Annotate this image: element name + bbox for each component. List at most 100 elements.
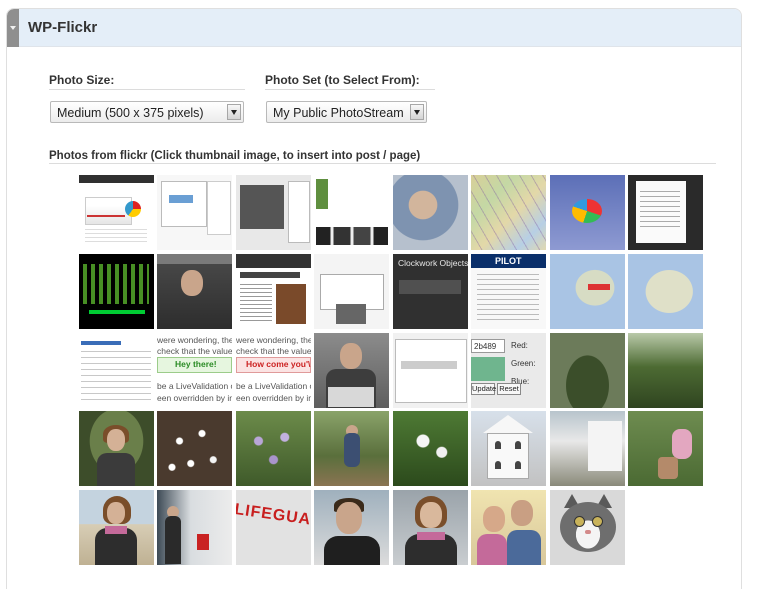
thumb-detail [471, 357, 505, 381]
thumb-detail [157, 254, 232, 264]
photo-thumbnail[interactable] [314, 175, 389, 250]
photo-thumbnail[interactable] [550, 490, 625, 565]
photo-thumbnail[interactable] [79, 333, 154, 408]
thumb-detail [588, 421, 622, 471]
thumb-caption: Reset [497, 383, 521, 395]
photo-thumbnail[interactable] [314, 254, 389, 329]
photo-thumbnail[interactable] [314, 411, 389, 486]
photo-thumbnail[interactable] [157, 254, 232, 329]
photo-thumbnail[interactable] [393, 411, 468, 486]
photos-section-label: Photos from flickr (Click thumbnail imag… [49, 150, 421, 162]
thumb-detail [316, 179, 328, 209]
chevron-down-icon[interactable] [10, 26, 16, 30]
thumb-detail [511, 500, 533, 526]
thumb-detail [574, 516, 585, 527]
photo-thumbnail[interactable] [157, 411, 232, 486]
photo-thumbnail[interactable] [550, 254, 625, 329]
photo-thumbnail[interactable]: 2b489 Red: Green: Blue: Update Reset [471, 333, 546, 408]
photo-thumbnail[interactable] [79, 175, 154, 250]
photo-thumbnail[interactable] [628, 411, 703, 486]
thumb-caption: check that the value en [236, 346, 311, 356]
thumb-detail [81, 351, 151, 401]
photo-thumbnail[interactable] [236, 411, 311, 486]
thumb-detail [592, 516, 603, 527]
thumb-detail [207, 181, 231, 235]
thumb-detail [316, 227, 388, 245]
thumb-detail [483, 415, 533, 433]
photo-thumbnail[interactable] [157, 490, 232, 565]
photo-thumbnail[interactable] [471, 175, 546, 250]
thumb-detail [477, 534, 507, 565]
photo-thumbnail[interactable] [79, 490, 154, 565]
thumb-detail [417, 532, 445, 540]
photo-thumbnail[interactable] [550, 411, 625, 486]
widget-header[interactable]: WP-Flickr [19, 9, 741, 47]
thumb-detail [324, 536, 380, 565]
dropdown-button[interactable] [227, 104, 241, 120]
photo-thumbnail[interactable] [550, 333, 625, 408]
thumb-detail [240, 284, 272, 324]
chevron-down-icon [231, 110, 237, 115]
thumb-caption: were wondering, the ho [157, 335, 232, 345]
photo-thumbnail[interactable] [314, 490, 389, 565]
thumb-detail [125, 201, 141, 217]
thumb-detail [79, 175, 154, 183]
photo-size-label: Photo Size: [49, 73, 115, 87]
thumb-detail [420, 502, 442, 528]
photo-thumbnail[interactable]: LIFEGUARD [236, 490, 311, 565]
photo-thumbnail[interactable] [393, 333, 468, 408]
photo-thumbnail[interactable] [550, 175, 625, 250]
thumb-detail [328, 387, 374, 407]
dropdown-button[interactable] [410, 104, 424, 120]
thumb-caption: een overridden by incluc [236, 393, 311, 403]
thumb-detail [83, 264, 149, 304]
collapse-toggle[interactable] [7, 9, 19, 47]
photo-thumbnail[interactable] [628, 333, 703, 408]
thumb-detail [672, 429, 692, 459]
photo-set-select[interactable]: My Public PhotoStream [266, 101, 427, 123]
photo-thumbnail[interactable] [79, 411, 154, 486]
thumb-caption: Green: [511, 359, 536, 368]
thumb-detail [640, 191, 680, 231]
photo-thumbnail[interactable] [628, 254, 703, 329]
photo-thumbnail[interactable]: Clockwork Objects [393, 254, 468, 329]
thumb-caption: LIFEGUARD [236, 500, 311, 533]
photo-thumbnail[interactable] [314, 333, 389, 408]
photo-thumbnail[interactable]: PILOT [471, 254, 546, 329]
thumb-caption: Red: [511, 341, 528, 350]
thumb-detail [495, 461, 501, 469]
thumb-detail [344, 433, 360, 467]
photo-thumbnail[interactable] [471, 490, 546, 565]
thumb-detail [395, 339, 467, 403]
thumb-detail [165, 516, 181, 564]
thumb-detail [97, 453, 135, 486]
photo-thumbnail[interactable] [236, 175, 311, 250]
thumb-caption: Hey there! [175, 359, 217, 369]
thumb-detail [197, 534, 209, 550]
thumb-caption: een overridden by incluc [157, 393, 232, 403]
thumb-detail [161, 181, 207, 227]
thumb-detail [399, 280, 461, 294]
thumb-detail [560, 502, 616, 552]
thumb-caption: Clockwork Objects [398, 258, 468, 268]
thumb-caption: How come you'\ [246, 359, 311, 369]
photo-thumbnail[interactable] [236, 254, 311, 329]
thumb-detail [340, 343, 362, 369]
thumb-detail [515, 461, 521, 469]
photo-size-select[interactable]: Medium (500 x 375 pixels) [50, 101, 244, 123]
thumb-caption: Update [471, 383, 497, 395]
photo-thumbnail[interactable] [628, 175, 703, 250]
photo-thumbnail[interactable] [79, 254, 154, 329]
thumb-detail [81, 341, 121, 345]
thumb-detail [276, 284, 306, 324]
photo-thumbnail[interactable] [471, 411, 546, 486]
photo-size-rule [49, 89, 245, 90]
photo-thumbnail[interactable] [157, 175, 232, 250]
thumb-detail [85, 229, 147, 245]
photo-thumbnail[interactable]: were wondering, the ho check that the va… [157, 333, 232, 408]
photo-thumbnail[interactable] [393, 490, 468, 565]
photo-thumbnail[interactable]: were wondering, the ho check that the va… [236, 333, 311, 408]
photo-size-value: Medium (500 x 375 pixels) [57, 106, 204, 120]
photo-thumbnail[interactable] [393, 175, 468, 250]
thumb-detail [169, 195, 193, 203]
